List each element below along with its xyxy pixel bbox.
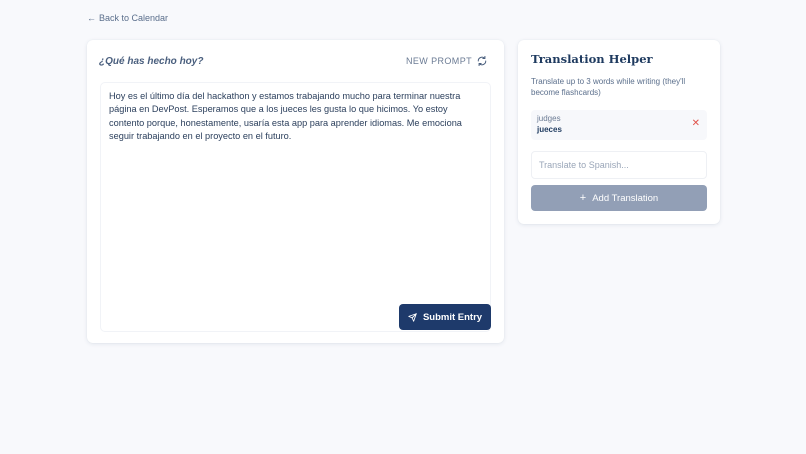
- add-translation-label: Add Translation: [592, 192, 659, 204]
- submit-entry-button[interactable]: Submit Entry: [399, 304, 491, 330]
- close-icon[interactable]: ✕: [692, 119, 700, 129]
- translation-source-word: judges: [537, 114, 561, 123]
- translation-item: judges jueces ✕: [531, 110, 707, 140]
- journal-text-area[interactable]: Hoy es el último día del hackathon y est…: [100, 82, 491, 332]
- send-icon: [408, 312, 417, 322]
- submit-label: Submit Entry: [422, 311, 483, 323]
- arrow-left-icon: ←: [87, 13, 96, 23]
- helper-description: Translate up to 3 words while writing (t…: [531, 77, 686, 97]
- new-prompt-label: NEW PROMPT: [406, 56, 472, 66]
- translate-input[interactable]: [531, 151, 707, 179]
- plus-icon: +: [579, 191, 587, 204]
- prompt-title: ¿Qué has hecho hoy?: [99, 56, 204, 67]
- back-link-label: Back to Calendar: [99, 13, 169, 23]
- helper-title: Translation Helper: [531, 52, 653, 66]
- journal-entry-card: ¿Qué has hecho hoy? NEW PROMPT Hoy es el…: [87, 40, 504, 343]
- translation-target-word: jueces: [537, 125, 562, 134]
- new-prompt-button[interactable]: NEW PROMPT: [406, 56, 487, 66]
- translation-helper-card: Translation Helper Translate up to 3 wor…: [518, 40, 720, 224]
- back-to-calendar-link[interactable]: ← Back to Calendar: [87, 13, 168, 23]
- refresh-icon: [477, 56, 487, 66]
- add-translation-button[interactable]: + Add Translation: [531, 185, 707, 211]
